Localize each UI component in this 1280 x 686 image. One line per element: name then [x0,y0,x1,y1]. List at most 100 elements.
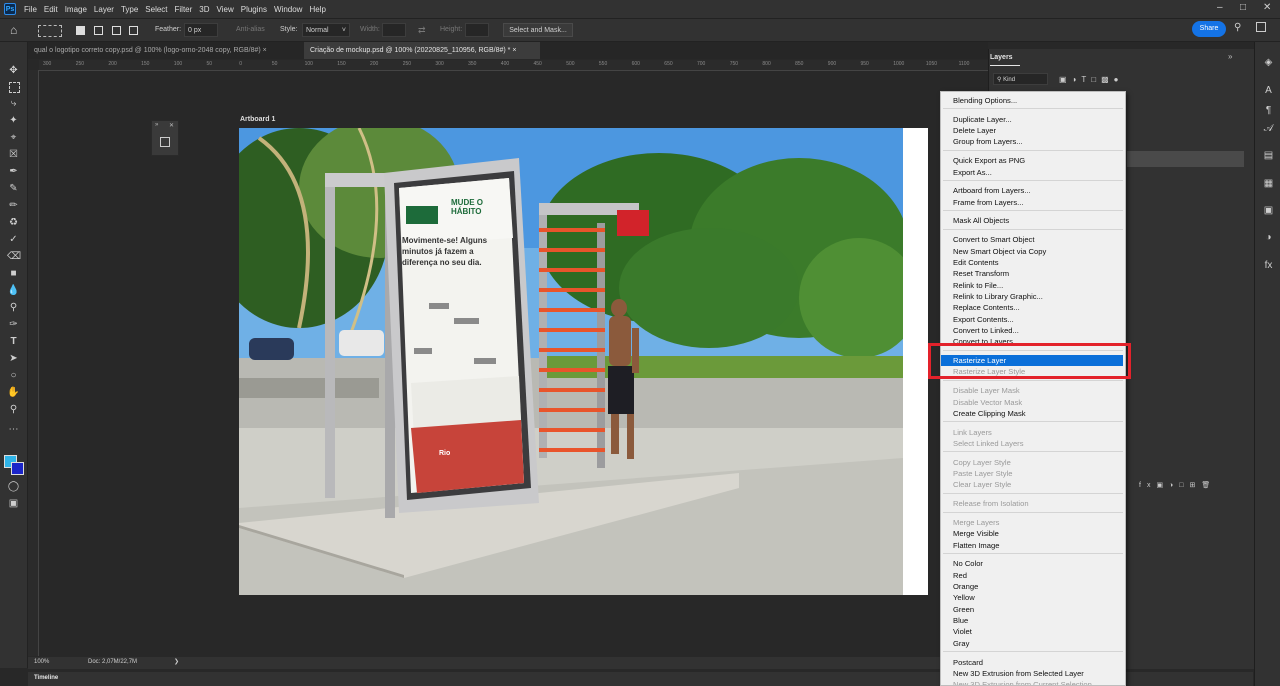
menu-item-flatten-image[interactable]: Flatten Image [953,540,999,551]
feather-input[interactable]: 0 px [184,23,218,37]
menu-item-convert-to-smart-object[interactable]: Convert to Smart Object [953,234,1034,245]
menu-item-convert-to-linked[interactable]: Convert to Linked... [953,325,1019,336]
height-input[interactable] [465,23,489,37]
menu-image[interactable]: Image [65,5,87,14]
menu-filter[interactable]: Filter [175,5,193,14]
menu-item-replace-contents[interactable]: Replace Contents... [953,302,1020,313]
menu-item-gray[interactable]: Gray [953,638,969,649]
healing-brush-tool-icon[interactable]: ✎ [7,182,20,195]
eyedropper-tool-icon[interactable]: ✒ [7,165,20,178]
tab-document-1[interactable]: qual o logotipo correto copy.psd @ 100% … [28,42,304,59]
menu-item-relink-to-file[interactable]: Relink to File... [953,280,1003,291]
menu-item-violet[interactable]: Violet [953,626,972,637]
menu-item-artboard-from-layers[interactable]: Artboard from Layers... [953,185,1031,196]
magic-wand-tool-icon[interactable]: ✦ [7,114,20,127]
menu-plugins[interactable]: Plugins [241,5,267,14]
anti-alias-checkbox[interactable]: Anti-alias [236,23,265,37]
style-select[interactable]: Normal ˅ [302,23,350,37]
properties-icon[interactable]: ▤ [1262,149,1275,162]
zoom-tool-icon[interactable]: ⚲ [7,403,20,416]
hand-tool-icon[interactable]: ✋ [7,386,20,399]
menu-item-new-smart-object-via-copy[interactable]: New Smart Object via Copy [953,246,1046,257]
menu-item-export-contents[interactable]: Export Contents... [953,314,1014,325]
add-to-selection-icon[interactable] [94,26,103,35]
styles-icon[interactable]: fx [1262,259,1275,272]
menu-item-blending-options[interactable]: Blending Options... [953,95,1017,106]
selected-layer-row[interactable] [1127,151,1244,167]
glyphs-icon[interactable]: 𝒜 [1262,122,1275,135]
more-tools-icon[interactable]: ⋯ [7,423,20,436]
status-arrow-icon[interactable]: ❯ [174,658,179,665]
lasso-tool-icon[interactable]: ⤷ [7,97,20,110]
menu-item-orange[interactable]: Orange [953,581,978,592]
background-color-icon[interactable] [11,462,24,475]
layer-filter-icons[interactable]: ▣◑T□▩● [1059,75,1124,84]
frame-tool-icon[interactable]: ☒ [7,148,20,161]
home-icon[interactable]: ⌂ [10,23,17,37]
type-tool-icon[interactable]: T [7,335,20,348]
menu-edit[interactable]: Edit [44,5,58,14]
paths-icon[interactable]: ▣ [1262,204,1275,217]
dodge-tool-icon[interactable]: ⚲ [7,301,20,314]
menu-item-delete-layer[interactable]: Delete Layer [953,125,996,136]
rectangular-marquee-icon[interactable] [38,25,62,37]
kind-filter-select[interactable]: ⚲ Kind [993,73,1048,85]
menu-item-blue[interactable]: Blue [953,615,968,626]
menu-3d[interactable]: 3D [199,5,209,14]
clone-stamp-tool-icon[interactable]: ♻ [7,216,20,229]
menu-item-postcard[interactable]: Postcard [953,657,983,668]
panel-collapse-icon[interactable]: » [1228,52,1232,61]
move-tool-icon[interactable]: ✥ [7,64,20,77]
menu-file[interactable]: File [24,5,37,14]
quick-mask-icon[interactable]: ◯ [7,480,20,493]
gradient-tool-icon[interactable]: ■ [7,267,20,280]
path-selection-tool-icon[interactable]: ➤ [7,352,20,365]
timeline-tab[interactable]: Timeline [34,675,58,681]
layer-action-icons[interactable]: fx▣◑□⊞🗑 [1139,481,1216,489]
menu-window[interactable]: Window [274,5,302,14]
libraries-icon[interactable]: ◈ [1262,56,1275,69]
menu-item-quick-export-as-png[interactable]: Quick Export as PNG [953,155,1025,166]
swatches-icon[interactable]: ▦ [1262,177,1275,190]
screen-mode-icon[interactable]: ▣ [7,497,20,510]
ellipse-tool-icon[interactable]: ○ [7,369,20,382]
marquee-tool-icon[interactable] [9,82,20,93]
menu-item-green[interactable]: Green [953,604,974,615]
search-icon[interactable]: ⚲ [1234,22,1241,33]
menu-item-mask-all-objects[interactable]: Mask All Objects [953,215,1009,226]
history-brush-tool-icon[interactable]: ✓ [7,233,20,246]
paragraph-icon[interactable]: ¶ [1262,104,1275,117]
layers-tab[interactable]: Layers [990,51,1020,66]
menu-item-reset-transform[interactable]: Reset Transform [953,268,1009,279]
menu-item-new-3d-extrusion-from-selected-layer[interactable]: New 3D Extrusion from Selected Layer [953,668,1084,679]
character-icon[interactable]: A [1262,84,1275,97]
menu-type[interactable]: Type [121,5,138,14]
subtract-from-selection-icon[interactable] [112,26,121,35]
menu-view[interactable]: View [217,5,234,14]
close-panel-icon[interactable]: ✕ [169,122,174,129]
maximize-icon[interactable]: □ [1240,2,1246,13]
menu-item-red[interactable]: Red [953,570,967,581]
menu-item-merge-visible[interactable]: Merge Visible [953,528,999,539]
menu-item-no-color[interactable]: No Color [953,558,983,569]
workspace-icon[interactable] [1256,22,1266,32]
tab-document-2[interactable]: Criação de mockup.psd @ 100% (20220825_1… [304,42,540,59]
zoom-level[interactable]: 100% [34,659,49,665]
close-icon[interactable]: ✕ [1263,2,1271,13]
menu-item-edit-contents[interactable]: Edit Contents [953,257,999,268]
menu-item-duplicate-layer[interactable]: Duplicate Layer... [953,114,1012,125]
adjustments-icon[interactable]: ◑ [1262,231,1275,244]
menu-item-frame-from-layers[interactable]: Frame from Layers... [953,197,1023,208]
menu-item-yellow[interactable]: Yellow [953,592,975,603]
pen-tool-icon[interactable]: ✑ [7,318,20,331]
intersect-selection-icon[interactable] [129,26,138,35]
swap-width-height-icon[interactable]: ⇄ [418,23,426,37]
floating-mini-panel[interactable]: » ✕ [151,120,179,156]
new-selection-icon[interactable] [76,26,85,35]
minimize-icon[interactable]: – [1217,2,1223,13]
artboard-photo[interactable]: MUDE O HÁBITO Movimente-se! Alguns minut… [239,128,903,595]
collapse-icon[interactable]: » [155,122,158,128]
blur-tool-icon[interactable]: 💧 [7,284,20,297]
panel-icon[interactable] [160,137,170,147]
eraser-tool-icon[interactable]: ⌫ [7,250,21,263]
